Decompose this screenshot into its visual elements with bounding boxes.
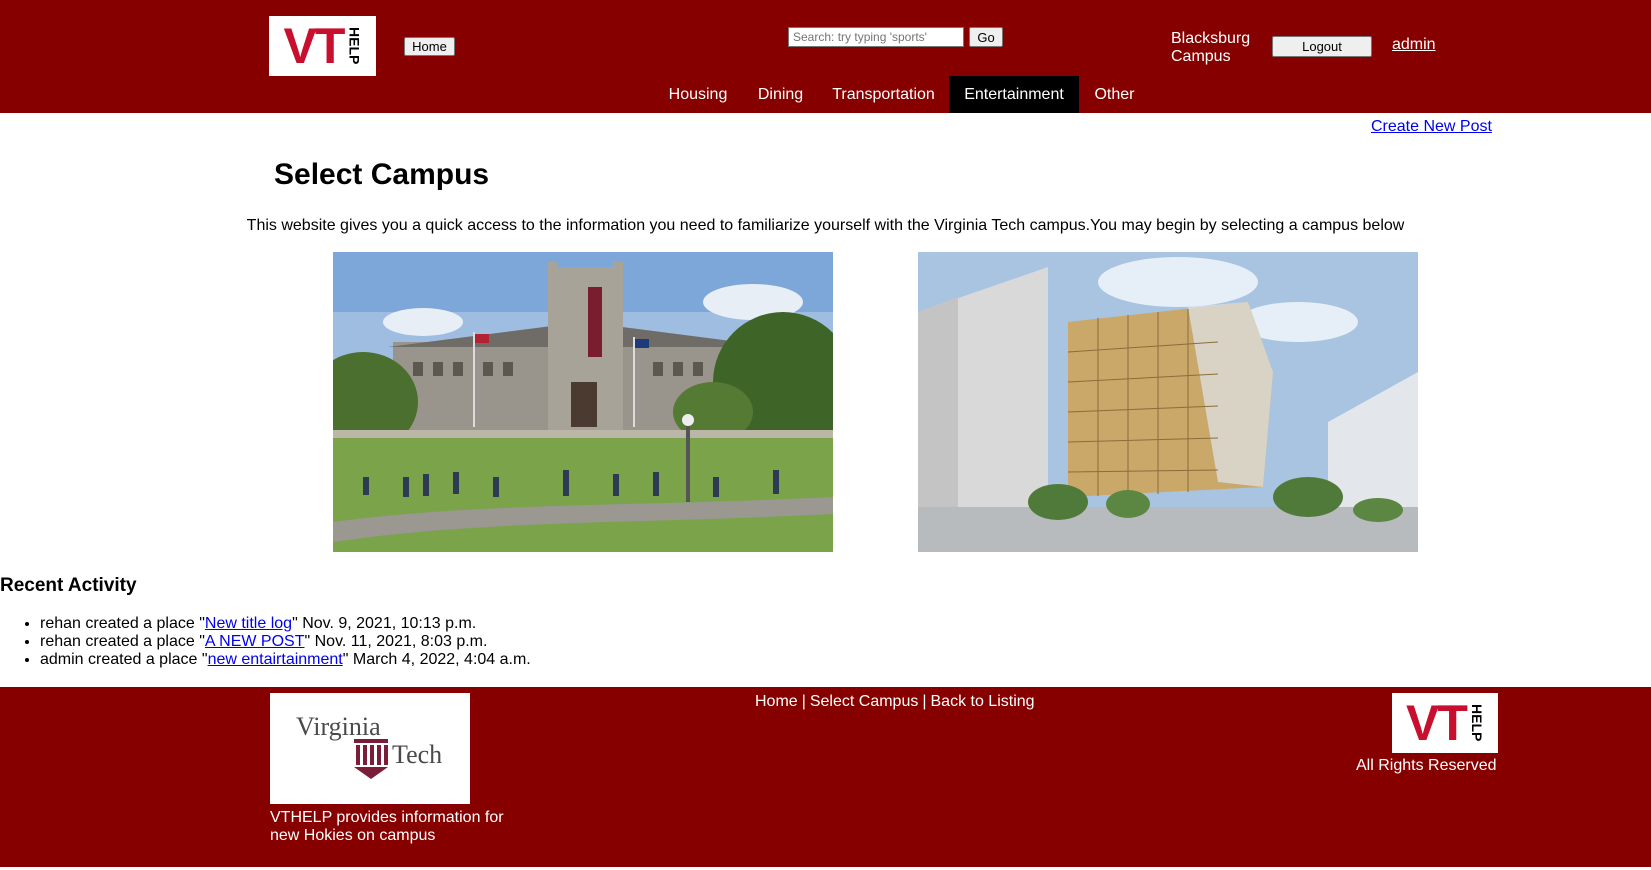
activity-item: rehan created a place "A NEW POST" Nov. … (40, 633, 531, 651)
activity-link[interactable]: new entairtainment (208, 651, 343, 668)
footer-logo-help-text: HELP (1468, 704, 1485, 742)
activity-suffix: " Nov. 11, 2021, 8:03 p.m. (304, 633, 488, 650)
footer-separator: | (922, 693, 927, 710)
nav-dining[interactable]: Dining (743, 76, 818, 113)
create-new-post-link[interactable]: Create New Post (1371, 118, 1492, 136)
innovation-campus-image[interactable] (918, 252, 1418, 552)
campus-label: Blacksburg Campus (1171, 30, 1251, 65)
activity-item: admin created a place "new entairtainmen… (40, 651, 531, 669)
activity-suffix: " Nov. 9, 2021, 10:13 p.m. (292, 615, 477, 632)
recent-activity-list: rehan created a place "New title log" No… (40, 615, 531, 669)
activity-prefix: rehan created a place " (40, 615, 205, 632)
footer-link-select-campus[interactable]: Select Campus (810, 693, 919, 711)
footer-nav: Home | Select Campus | Back to Listing (755, 693, 1035, 711)
page-title: Select Campus (274, 158, 490, 191)
recent-activity-title: Recent Activity (0, 575, 137, 596)
activity-prefix: admin created a place " (40, 651, 208, 668)
virginia-tech-logo: Virginia Tech (270, 693, 470, 804)
virginia-tech-logo-graphic: Virginia Tech (296, 712, 442, 779)
footer-link-home[interactable]: Home (755, 693, 798, 711)
vthelp-logo[interactable]: VT HELP (269, 16, 376, 76)
go-button[interactable]: Go (969, 27, 1003, 47)
rights-text: All Rights Reserved (1356, 757, 1497, 774)
activity-link[interactable]: A NEW POST (205, 633, 305, 650)
footer-vthelp-logo[interactable]: VT HELP (1392, 693, 1498, 753)
search-input[interactable] (788, 27, 964, 47)
vt-logo-tech: Tech (392, 740, 442, 769)
activity-suffix: " March 4, 2022, 4:04 a.m. (342, 651, 531, 668)
user-link[interactable]: admin (1392, 36, 1436, 54)
footer-separator: | (801, 693, 806, 710)
innovation-campus-illustration (918, 252, 1418, 552)
footer-link-back-to-listing[interactable]: Back to Listing (931, 693, 1035, 711)
footer-description: VTHELP provides information for new Hoki… (270, 809, 504, 844)
home-button[interactable]: Home (404, 37, 455, 56)
nav-other[interactable]: Other (1079, 76, 1150, 113)
nav-housing[interactable]: Housing (653, 76, 743, 113)
intro-text: This website gives you a quick access to… (246, 217, 1405, 234)
nav-transportation[interactable]: Transportation (818, 76, 949, 113)
blacksburg-campus-illustration (333, 252, 833, 552)
logout-button[interactable]: Logout (1272, 36, 1372, 57)
logo-vt-text: VT (283, 18, 346, 74)
logo-help-text: HELP (346, 27, 363, 65)
vt-logo-virginia: Virginia (296, 712, 381, 741)
nav-entertainment[interactable]: Entertainment (949, 76, 1079, 113)
activity-prefix: rehan created a place " (40, 633, 205, 650)
activity-item: rehan created a place "New title log" No… (40, 615, 531, 633)
footer-logo-vt-text: VT (1406, 695, 1468, 751)
blacksburg-campus-image[interactable] (333, 252, 833, 552)
category-nav: Housing Dining Transportation Entertainm… (653, 76, 1150, 113)
activity-link[interactable]: New title log (205, 615, 292, 632)
